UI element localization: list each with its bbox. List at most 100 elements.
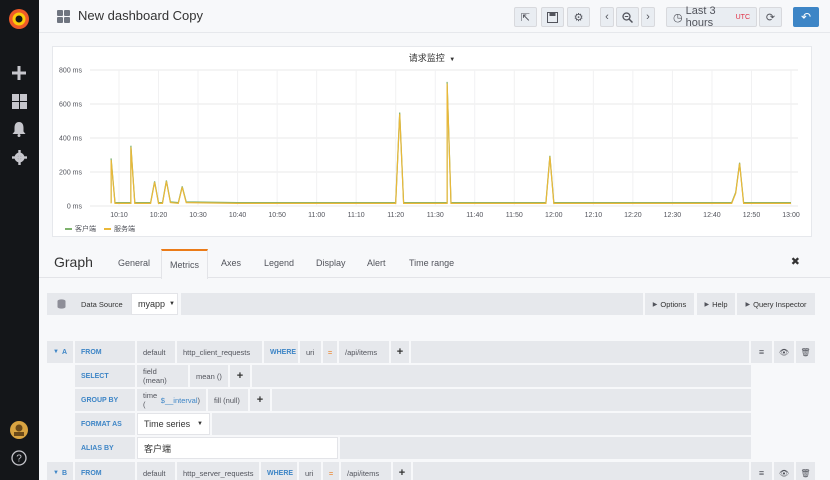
add-select-plus-icon[interactable]: + bbox=[230, 365, 250, 387]
query-b-where-tag-key[interactable]: uri bbox=[299, 462, 321, 480]
save-button[interactable] bbox=[541, 7, 564, 27]
create-plus-icon[interactable] bbox=[7, 61, 31, 85]
dashboard-grid-icon[interactable] bbox=[57, 10, 70, 23]
add-groupby-plus-icon[interactable]: + bbox=[250, 389, 270, 411]
query-b-menu-icon[interactable]: ≡ bbox=[751, 462, 772, 480]
groupby-filler bbox=[272, 389, 751, 411]
query-a-trash-icon[interactable]: 🗑 bbox=[796, 341, 815, 363]
datasource-row: Data Source myapp ▼ ▶ Options ▶ Help ▶ Q… bbox=[47, 293, 815, 315]
zoom-out-button[interactable] bbox=[616, 7, 639, 27]
grafana-logo-icon[interactable] bbox=[5, 5, 33, 33]
legend-label-server: 服务端 bbox=[114, 226, 135, 233]
query-inspector-button[interactable]: ▶ Query Inspector bbox=[737, 293, 815, 315]
chart-legend: 客户端 服务端 bbox=[65, 224, 135, 234]
dashboards-grid-icon[interactable] bbox=[7, 89, 31, 113]
caret-right-icon: ▶ bbox=[745, 301, 751, 308]
query-a-eye-icon[interactable]: 👁 bbox=[774, 341, 794, 363]
where-operator[interactable]: = bbox=[323, 341, 337, 363]
editor-title: Graph bbox=[54, 254, 93, 270]
query-a-collapse-toggle[interactable]: ▼ A bbox=[47, 341, 73, 363]
legend-item-client[interactable]: 客户端 bbox=[65, 224, 96, 234]
back-to-dashboard-button[interactable]: ↶ bbox=[793, 7, 819, 27]
legend-item-server[interactable]: 服务端 bbox=[104, 224, 135, 234]
save-icon bbox=[547, 11, 558, 23]
dashboard-title[interactable]: New dashboard Copy bbox=[78, 8, 203, 23]
x-tick-label: 11:50 bbox=[506, 212, 523, 219]
tab-alert[interactable]: Alert bbox=[367, 258, 386, 268]
query-b-trash-icon[interactable]: 🗑 bbox=[796, 462, 815, 480]
measurement-select[interactable]: http_client_requests bbox=[177, 341, 262, 363]
y-tick-label: 400 ms bbox=[59, 136, 82, 143]
alias-filler bbox=[340, 437, 751, 459]
tab-display[interactable]: Display bbox=[316, 258, 346, 268]
query-b-add-where-plus-icon[interactable]: + bbox=[393, 462, 411, 480]
select-field[interactable]: field (mean) bbox=[137, 365, 188, 387]
user-avatar-icon[interactable] bbox=[7, 418, 31, 442]
timezone-label: UTC bbox=[735, 13, 750, 21]
tab-general[interactable]: General bbox=[118, 258, 150, 268]
groupby-fill[interactable]: fill (null) bbox=[208, 389, 248, 411]
x-tick-label: 11:40 bbox=[466, 212, 483, 219]
query-b-where-operator[interactable]: = bbox=[323, 462, 339, 480]
database-icon bbox=[47, 293, 75, 315]
alerting-bell-icon[interactable] bbox=[7, 117, 31, 141]
time-back-button[interactable]: ‹ bbox=[600, 7, 614, 27]
graph-chart[interactable]: 800 ms 600 ms 400 ms 200 ms 0 ms 10:10 10:20 10… bbox=[53, 57, 811, 227]
where-tag-key[interactable]: uri bbox=[300, 341, 321, 363]
caret-right-icon: ▶ bbox=[652, 301, 658, 308]
x-tick-label: 10:50 bbox=[268, 212, 286, 219]
tab-metrics[interactable]: Metrics bbox=[161, 249, 208, 279]
query-a-format-row: FORMAT AS Time series ▼ bbox=[75, 413, 751, 435]
share-button[interactable]: ⇱ bbox=[514, 7, 537, 27]
retention-policy-select[interactable]: default bbox=[137, 341, 175, 363]
alias-by-input[interactable]: 客户端 bbox=[137, 437, 338, 459]
x-tick-label: 12:50 bbox=[743, 212, 761, 219]
refresh-button[interactable]: ⟳ bbox=[759, 7, 782, 27]
caret-down-icon: ▼ bbox=[197, 421, 203, 427]
svg-text:?: ? bbox=[16, 454, 22, 465]
format-as-value: Time series bbox=[144, 419, 191, 429]
options-button[interactable]: ▶ Options bbox=[645, 293, 694, 315]
zoom-out-icon bbox=[622, 11, 633, 23]
undo-arrow-icon: ↶ bbox=[800, 10, 812, 24]
select-function[interactable]: mean () bbox=[190, 365, 228, 387]
y-tick-label: 800 ms bbox=[59, 68, 82, 75]
x-tick-label: 12:20 bbox=[624, 212, 642, 219]
close-editor-icon[interactable]: ✖ bbox=[791, 255, 800, 268]
groupby-keyword: GROUP BY bbox=[75, 389, 135, 411]
series-line-client bbox=[110, 81, 791, 204]
query-b-measurement-select[interactable]: http_server_requests bbox=[177, 462, 259, 480]
query-a-select-row: SELECT field (mean) mean () + bbox=[75, 365, 751, 387]
help-icon[interactable]: ? bbox=[7, 446, 31, 470]
time-picker-button[interactable]: ◷ Last 3 hours UTC bbox=[666, 5, 757, 29]
query-b-eye-icon[interactable]: 👁 bbox=[774, 462, 794, 480]
sidebar: ? bbox=[0, 0, 39, 480]
datasource-filler bbox=[181, 293, 643, 315]
configuration-gear-icon[interactable] bbox=[7, 145, 31, 169]
query-a-menu-icon[interactable]: ≡ bbox=[751, 341, 772, 363]
query-inspector-label: Query Inspector bbox=[753, 299, 807, 309]
chevron-left-icon: ‹ bbox=[605, 11, 609, 23]
datasource-select[interactable]: myapp ▼ bbox=[131, 293, 178, 315]
query-b-where-tag-value[interactable]: /api/items bbox=[341, 462, 391, 480]
panel-editor-header: Graph General Metrics Axes Legend Displa… bbox=[39, 248, 830, 279]
time-forward-button[interactable]: › bbox=[641, 7, 655, 27]
query-b-retention-policy-select[interactable]: default bbox=[137, 462, 175, 480]
add-where-plus-icon[interactable]: + bbox=[391, 341, 409, 363]
query-a-from-row: ▼ A FROM default http_client_requests WH… bbox=[47, 341, 815, 363]
help-button[interactable]: ▶ Help bbox=[697, 293, 735, 315]
tab-axes[interactable]: Axes bbox=[221, 258, 241, 268]
query-b-collapse-toggle[interactable]: ▼ B bbox=[47, 462, 73, 480]
format-as-select[interactable]: Time series ▼ bbox=[137, 413, 210, 435]
query-a-ref: A bbox=[61, 348, 68, 356]
x-tick-label: 11:30 bbox=[427, 212, 444, 219]
x-tick-label: 10:10 bbox=[110, 212, 128, 219]
groupby-time[interactable]: time ($__interval) bbox=[137, 389, 206, 411]
top-navbar: New dashboard Copy ⇱ ⚙ ‹ › ◷ Last 3 hour… bbox=[39, 0, 830, 33]
format-as-keyword: FORMAT AS bbox=[75, 413, 135, 435]
query-a-filler bbox=[411, 341, 749, 363]
settings-button[interactable]: ⚙ bbox=[567, 7, 590, 27]
tab-legend[interactable]: Legend bbox=[264, 258, 294, 268]
tab-time-range[interactable]: Time range bbox=[409, 258, 454, 268]
where-tag-value[interactable]: /api/items bbox=[339, 341, 389, 363]
